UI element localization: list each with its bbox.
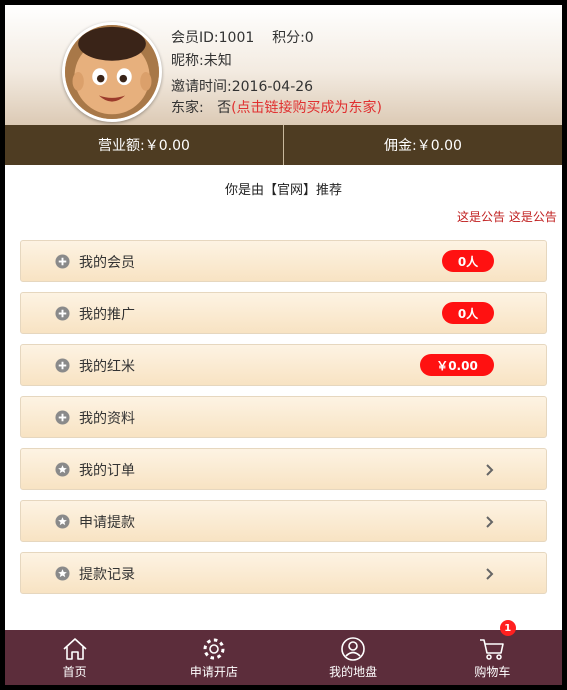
plus-circle-icon: [55, 358, 70, 373]
menu-item-withdrawal-records[interactable]: 提款记录: [20, 552, 547, 594]
count-badge: 0人: [442, 250, 494, 272]
notice-marquee: 这是公告 这是公告: [457, 210, 557, 224]
member-id-line: 会员ID:1001 积分:0: [171, 27, 314, 47]
menu-item-label: 我的红米: [79, 359, 135, 375]
become-partner-link[interactable]: (点击链接购买成为东家): [231, 100, 382, 116]
tab-open-store[interactable]: 申请开店: [144, 630, 283, 685]
menu-item-label: 我的推广: [79, 307, 135, 323]
member-id: 会员ID:1001: [171, 30, 255, 46]
partner-label: 东家:: [171, 100, 204, 116]
partner-value: 否: [217, 100, 232, 116]
star-circle-icon: [55, 514, 70, 529]
star-circle-icon: [55, 566, 70, 581]
profile-header: 会员ID:1001 积分:0 昵称:未知 邀请时间:2016-04-26 东家:…: [5, 5, 562, 125]
gear-icon: [203, 638, 225, 660]
chevron-right-icon: [486, 568, 494, 580]
menu-item-my-promotion[interactable]: 我的推广 0人: [20, 292, 547, 334]
cart-count-badge: 1: [499, 620, 516, 636]
menu-item-label: 我的订单: [79, 463, 135, 479]
star-circle-icon: [55, 462, 70, 477]
menu-item-my-hongmi[interactable]: 我的红米 ￥0.00: [20, 344, 547, 386]
menu-item-label: 我的资料: [79, 411, 135, 427]
tab-label: 我的地盘: [329, 665, 378, 679]
revenue-stat: 营业额:￥0.00: [98, 138, 190, 154]
tab-my-territory[interactable]: 我的地盘: [284, 630, 423, 685]
menu-item-my-orders[interactable]: 我的订单: [20, 448, 547, 490]
tab-label: 首页: [62, 665, 87, 679]
invite-time: 邀请时间:2016-04-26: [171, 79, 314, 95]
menu-item-apply-withdrawal[interactable]: 申请提款: [20, 500, 547, 542]
avatar: [62, 22, 162, 122]
count-badge: 0人: [442, 302, 494, 324]
tab-label: 申请开店: [189, 665, 238, 679]
menu-item-my-profile[interactable]: 我的资料: [20, 396, 547, 438]
page-frame: 会员ID:1001 积分:0 昵称:未知 邀请时间:2016-04-26 东家:…: [5, 5, 562, 685]
plus-circle-icon: [55, 410, 70, 425]
commission-stat: 佣金:￥0.00: [283, 125, 562, 165]
referral-text: 你是由【官网】推荐: [224, 183, 342, 198]
tab-label: 购物车: [474, 665, 511, 679]
plus-circle-icon: [55, 306, 70, 321]
amount-badge: ￥0.00: [420, 354, 494, 376]
user-circle-icon: [341, 637, 365, 661]
menu-item-label: 提款记录: [79, 567, 135, 583]
menu-item-label: 我的会员: [79, 255, 135, 271]
partner-line: 东家: 否(点击链接购买成为东家): [171, 97, 382, 117]
menu-item-my-members[interactable]: 我的会员 0人: [20, 240, 547, 282]
tab-cart[interactable]: 购物车 1: [423, 620, 562, 685]
menu-item-label: 申请提款: [79, 515, 135, 531]
plus-circle-icon: [55, 254, 70, 269]
points: 积分:0: [272, 30, 314, 46]
stats-bar: 营业额:￥0.00 佣金:￥0.00: [5, 125, 562, 165]
home-icon: [63, 638, 87, 660]
menu-list: 我的会员 0人 我的推广 0人 我的红米 ￥0.00 我的资料 我的订单 申请提…: [20, 240, 547, 604]
chevron-right-icon: [486, 464, 494, 476]
bottom-tab-bar: 首页 申请开店 我的地盘 购物车 1: [5, 620, 562, 685]
tab-home[interactable]: 首页: [5, 630, 144, 685]
chevron-right-icon: [486, 516, 494, 528]
nickname: 昵称:未知: [171, 53, 232, 69]
cart-icon: [480, 639, 505, 660]
